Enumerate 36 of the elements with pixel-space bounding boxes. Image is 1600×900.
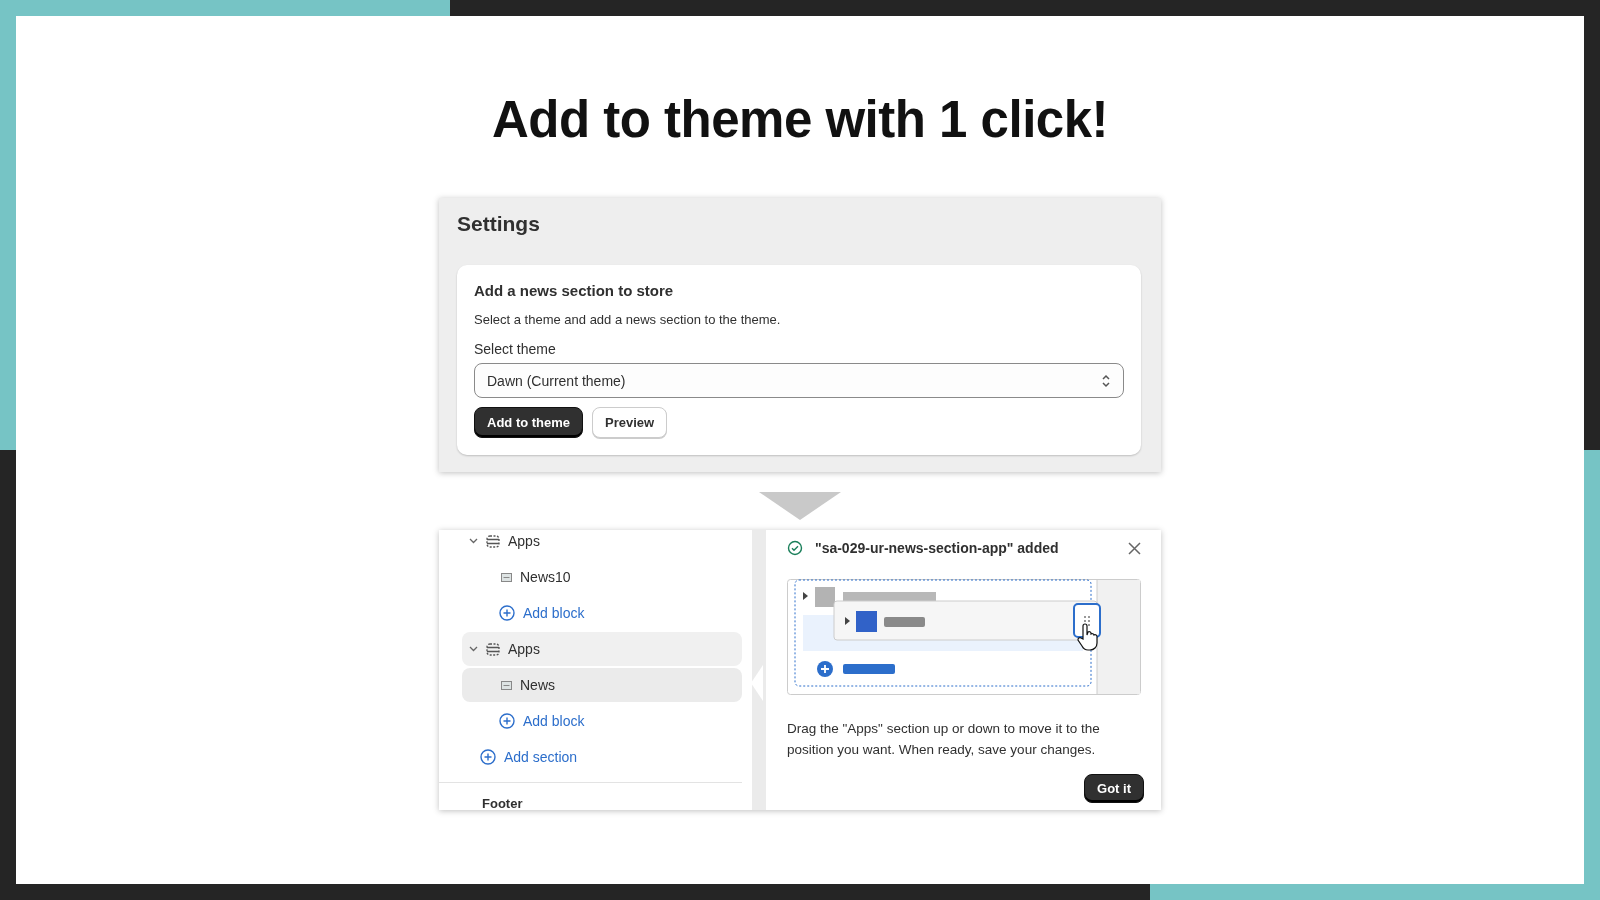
item-label: Apps <box>508 641 540 657</box>
section-icon <box>486 534 500 548</box>
item-label: News10 <box>520 569 571 585</box>
section-icon <box>486 642 500 656</box>
block-icon <box>501 572 512 582</box>
add-link[interactable]: Add block <box>523 605 585 621</box>
group-heading: Footer <box>481 795 524 810</box>
chevron-icon[interactable] <box>468 538 478 544</box>
toast-message: "sa-029-ur-news-section-app" added <box>815 540 1060 556</box>
down-arrow-icon <box>759 492 841 520</box>
add-to-theme-button[interactable]: Add to theme <box>474 407 584 438</box>
select-arrows-icon <box>1101 372 1111 389</box>
check-circle-icon <box>787 540 803 556</box>
field-label: Select theme <box>474 341 557 357</box>
card-description: Select a theme and add a news section to the theme. <box>474 312 782 327</box>
hint-text: Drag the "Apps" section up or down to move it to the position you want. When ready, save your changes. <box>787 720 1101 759</box>
block-item[interactable]: News <box>462 668 743 702</box>
add-icon <box>499 605 515 621</box>
theme-select[interactable]: Dawn (Current theme) <box>474 363 1124 398</box>
add-link[interactable]: Add block <box>523 713 585 729</box>
close-icon[interactable] <box>1128 541 1141 555</box>
section-item[interactable]: Apps <box>462 530 743 558</box>
panel-title: Settings <box>457 212 541 236</box>
block-icon <box>501 680 512 690</box>
item-label: News <box>520 677 555 693</box>
preview-button[interactable]: Preview <box>592 407 668 438</box>
add-icon <box>480 749 496 765</box>
item-label: Apps <box>508 533 540 549</box>
card-title: Add a news section to store <box>474 282 675 299</box>
got-it-button[interactable]: Got it <box>1084 774 1144 803</box>
add-icon <box>499 713 515 729</box>
chevron-icon[interactable] <box>468 646 478 652</box>
headline: Add to theme with 1 click! <box>491 90 1109 150</box>
section-item[interactable]: Apps <box>462 632 743 666</box>
block-item[interactable]: News10 <box>462 560 743 594</box>
add-link[interactable]: Add section <box>504 749 578 765</box>
